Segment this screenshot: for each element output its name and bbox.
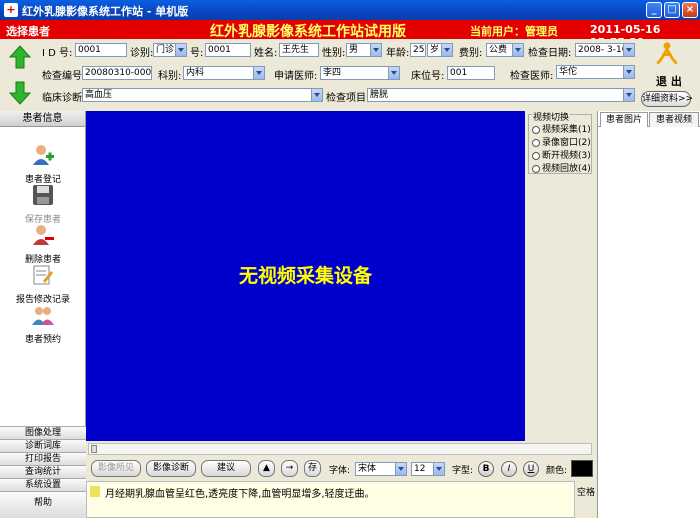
scroll-thumb[interactable] [91, 445, 97, 453]
app-icon: + [4, 3, 18, 17]
appointment-button[interactable]: 患者预约 [0, 303, 86, 345]
exit-label[interactable]: 退 出 [656, 73, 682, 89]
title-bar: + 红外乳腺影像系统工作站 - 单机版 _ □ × [0, 0, 700, 20]
video-switch-panel: 视频切换 视频采集(1) 录像窗口(2) 断开视频(3) 视频回放(4) [525, 110, 597, 441]
number-input[interactable]: 0001 [205, 43, 251, 57]
id-input[interactable]: 0001 [75, 43, 127, 57]
no-video-message: 无视频采集设备 [238, 265, 372, 287]
maximize-button[interactable]: □ [664, 2, 680, 18]
age-label: 年龄: [386, 48, 410, 59]
patient-info-header: 患者信息 [0, 111, 85, 127]
image-diagnosis-button[interactable]: 影像诊断 [146, 460, 196, 477]
video-display: 无视频采集设备 [86, 111, 525, 441]
arrow-up-icon[interactable] [9, 45, 31, 69]
exam-date-picker[interactable]: 2008- 3-10 [575, 43, 635, 57]
underline-button[interactable]: U [523, 461, 539, 477]
nav-print-report[interactable]: 打印报告 [0, 452, 86, 465]
patient-form: I D 号: 0001 诊别: 门诊 号: 0001 姓名: 王先生 性别: 男… [0, 39, 700, 111]
appointment-icon [32, 307, 54, 325]
clinical-diagnosis-select[interactable]: 高血压 [82, 88, 323, 102]
diagnosis-text-area[interactable]: 月经期乳腺血管呈红色,透亮度下降,血管明显增多,轻度迂曲。 [86, 481, 575, 518]
italic-button[interactable]: I [501, 461, 517, 477]
name-label: 姓名: [254, 48, 278, 59]
fee-select[interactable]: 公费 [486, 43, 524, 57]
exam-no-label: 检查编号: [42, 71, 86, 82]
nav-image-processing[interactable]: 图像处理 [0, 426, 86, 439]
image-view-button[interactable]: 影像所见 [91, 460, 141, 477]
report-history-button[interactable]: 报告修改记录 [0, 263, 86, 305]
fee-label: 费别: [459, 48, 483, 59]
delete-patient-icon [33, 225, 54, 245]
insert-arrow-button[interactable]: → [281, 460, 298, 477]
system-title: 红外乳腺影像系统工作站试用版 [210, 24, 406, 40]
exam-no-input[interactable]: 20080310-000001 [82, 66, 152, 80]
note-marker-icon [90, 486, 100, 497]
font-label: 字体: [329, 466, 351, 476]
store-button[interactable]: 存 [304, 460, 321, 477]
radio-video-capture[interactable]: 视频采集(1) [532, 122, 591, 135]
number-label: 号: [190, 48, 204, 59]
bed-label: 床位号: [411, 71, 445, 82]
report-edit-icon [33, 265, 53, 285]
close-button[interactable]: × [682, 2, 698, 18]
age-unit-select[interactable]: 岁 [427, 43, 453, 57]
id-label: I D 号: [42, 48, 73, 59]
font-select[interactable]: 宋体 [355, 462, 407, 476]
exam-item-select[interactable]: 膀胱 [367, 88, 635, 102]
gender-label: 性别: [322, 48, 346, 59]
diag-type-select[interactable]: 门诊 [153, 43, 187, 57]
horizontal-scrollbar[interactable] [88, 443, 592, 455]
tab-patient-images[interactable]: 患者图片 [600, 112, 648, 127]
window-title: 红外乳腺影像系统工作站 - 单机版 [22, 5, 189, 18]
diag-type-label: 诊别: [130, 48, 154, 59]
radio-record-window[interactable]: 录像窗口(2) [532, 135, 591, 148]
minimize-button[interactable]: _ [646, 2, 662, 18]
detail-info-button[interactable]: 详细资料>> [641, 91, 693, 107]
register-patient-icon [33, 145, 54, 165]
select-patient-label[interactable]: 选择患者 [6, 23, 50, 39]
name-input[interactable]: 王先生 [279, 43, 319, 57]
clinical-label: 临床诊断: [42, 93, 86, 104]
req-doctor-select[interactable]: 李四 [320, 66, 400, 80]
nav-help[interactable]: 帮助 [0, 491, 86, 518]
exam-doctor-select[interactable]: 华佗 [556, 65, 635, 79]
nav-query-stats[interactable]: 查询统计 [0, 465, 86, 478]
age-input[interactable]: 25 [410, 43, 426, 57]
space-button[interactable]: 空格 [575, 481, 597, 518]
header-bar: 选择患者 红外乳腺影像系统工作站试用版 当前用户：管理员 2011-05-16 … [0, 20, 700, 49]
save-disk-icon [33, 185, 53, 205]
style-label: 字型: [452, 466, 474, 476]
exam-doctor-label: 检查医师: [510, 71, 554, 82]
nav-system-settings[interactable]: 系统设置 [0, 478, 86, 491]
diagnosis-text: 月经期乳腺血管呈红色,透亮度下降,血管明显增多,轻度迂曲。 [105, 489, 375, 500]
arrow-down-icon[interactable] [9, 81, 31, 105]
nav-diagnosis-dictionary[interactable]: 诊断词库 [0, 439, 86, 452]
tab-patient-videos[interactable]: 患者视频 [649, 112, 699, 127]
move-up-button[interactable]: ▲ [258, 460, 275, 477]
register-patient-button[interactable]: 患者登记 [0, 143, 86, 185]
right-panel: 患者图片 患者视频 [597, 111, 700, 518]
left-panel: 患者信息 患者登记 保存患者 删除患者 报告修改记录 患者预约 图像处理 诊断词… [0, 111, 86, 518]
radio-video-playback[interactable]: 视频回放(4) [532, 161, 591, 174]
exam-date-label: 检查日期: [528, 48, 572, 59]
exam-item-label: 检查项目: [326, 93, 370, 104]
bold-button[interactable]: B [478, 461, 494, 477]
save-patient-button[interactable]: 保存患者 [0, 183, 86, 225]
right-tabs: 患者图片 患者视频 [598, 111, 700, 127]
delete-patient-button[interactable]: 删除患者 [0, 223, 86, 265]
current-user: 当前用户：管理员 [470, 25, 558, 38]
editor-toolbar: 影像所见 影像诊断 建议 ▲ → 存 字体: 宋体 12 字型: B I U 颜… [86, 457, 597, 481]
radio-disconnect-video[interactable]: 断开视频(3) [532, 148, 591, 161]
color-label: 颜色: [546, 466, 568, 476]
color-picker[interactable] [571, 460, 593, 477]
font-size-select[interactable]: 12 [411, 462, 445, 476]
video-switch-group: 视频切换 视频采集(1) 录像窗口(2) 断开视频(3) 视频回放(4) [528, 110, 592, 174]
dept-label: 科别: [158, 71, 182, 82]
dept-select[interactable]: 内科 [183, 66, 265, 80]
req-doctor-label: 申请医师: [274, 71, 318, 82]
exit-icon[interactable] [652, 41, 686, 75]
gender-select[interactable]: 男 [346, 43, 382, 57]
bed-input[interactable]: 001 [447, 66, 495, 80]
suggestion-button[interactable]: 建议 [201, 460, 251, 477]
